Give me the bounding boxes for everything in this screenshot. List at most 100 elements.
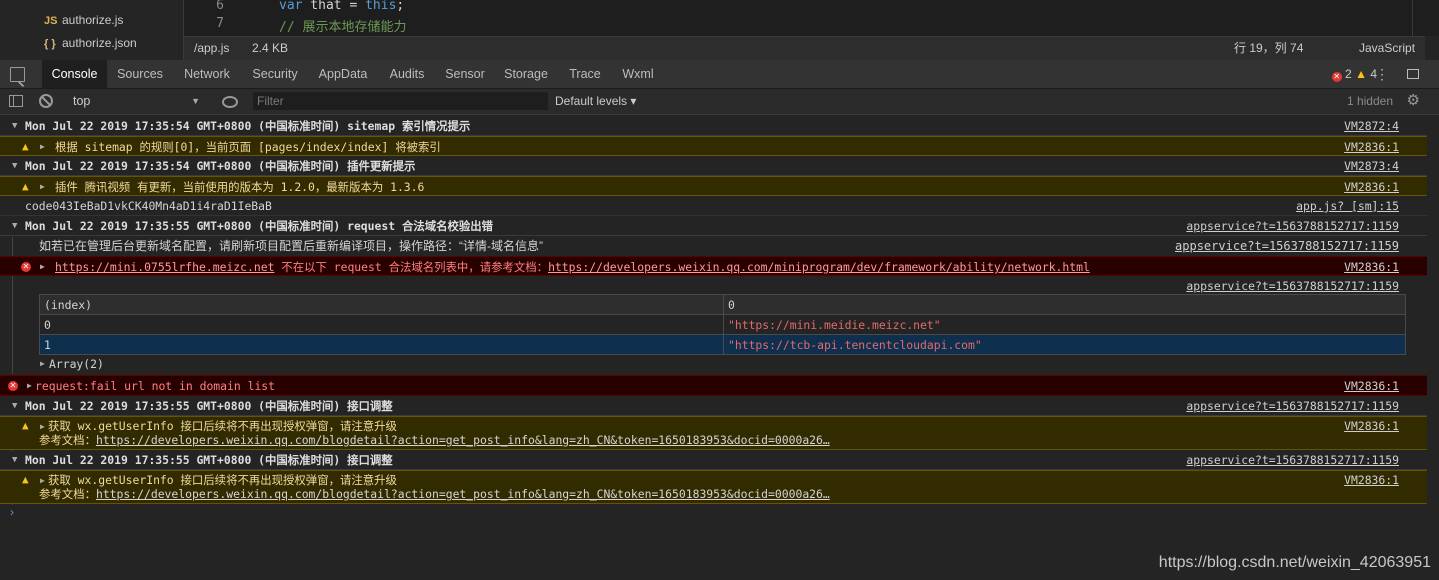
docs-link[interactable]: https://developers.weixin.qq.com/minipro…: [548, 260, 1090, 274]
expand-triangle-icon[interactable]: ▶: [40, 354, 45, 374]
console-output[interactable]: ▼ Mon Jul 22 2019 17:35:54 GMT+0800 (中国标…: [0, 115, 1439, 580]
status-file: /app.js: [194, 41, 230, 55]
log-group-header[interactable]: ▼ Mon Jul 22 2019 17:35:55 GMT+0800 (中国标…: [0, 216, 1427, 236]
expand-triangle-icon[interactable]: ▼: [12, 116, 17, 136]
code-line[interactable]: // 展示本地存储能力: [279, 16, 406, 35]
ref-label: 参考文档：: [39, 433, 96, 447]
tab-storage[interactable]: Storage: [495, 60, 557, 88]
tab-security[interactable]: Security: [245, 60, 305, 88]
log-source-link[interactable]: VM2836:1: [1344, 137, 1399, 157]
log-text: request:fail url not in domain list: [35, 379, 276, 393]
log-warning[interactable]: ▲ ▶ 插件 腾讯视频 有更新，当前使用的版本为 1.2.0，最新版本为 1.3…: [0, 176, 1427, 196]
expand-triangle-icon[interactable]: ▼: [12, 156, 17, 176]
log-message[interactable]: code043IeBaD1vkCK40Mn4aD1i4raD1IeBaB app…: [0, 196, 1427, 216]
log-levels-dropdown[interactable]: Default levels ▾: [555, 89, 636, 114]
filter-input[interactable]: [253, 92, 548, 110]
log-source-link[interactable]: appservice?t=1563788152717:1159: [1175, 236, 1399, 256]
console-prompt-icon[interactable]: ›: [10, 505, 14, 519]
log-text: code043IeBaD1vkCK40Mn4aD1i4raD1IeBaB: [25, 199, 272, 213]
expand-triangle-icon[interactable]: ▼: [12, 216, 17, 236]
log-group-header[interactable]: ▼ Mon Jul 22 2019 17:35:54 GMT+0800 (中国标…: [0, 156, 1427, 176]
log-group-header[interactable]: ▼ Mon Jul 22 2019 17:35:54 GMT+0800 (中国标…: [0, 116, 1427, 136]
log-source-link[interactable]: appservice?t=1563788152717:1159: [1186, 216, 1399, 236]
table-cell-index: 1: [39, 334, 724, 355]
log-text: 插件 腾讯视频 有更新，当前使用的版本为 1.2.0，最新版本为 1.3.6: [55, 180, 425, 194]
expand-triangle-icon[interactable]: ▶: [40, 137, 45, 157]
log-warning[interactable]: ▲ ▶ 获取 wx.getUserInfo 接口后续将不再出现授权弹窗，请注意升…: [0, 416, 1427, 450]
log-text: 获取 wx.getUserInfo 接口后续将不再出现授权弹窗，请注意升级: [48, 419, 397, 433]
chevron-down-icon: ▼: [191, 96, 200, 106]
log-source-link[interactable]: VM2873:4: [1344, 156, 1399, 176]
expand-triangle-icon[interactable]: ▶: [40, 474, 45, 488]
log-source-link[interactable]: VM2872:4: [1344, 116, 1399, 136]
log-source-link[interactable]: VM2836:1: [1344, 257, 1399, 277]
tab-audits[interactable]: Audits: [382, 60, 432, 88]
log-error[interactable]: ✕ ▶ https://mini.0755lrfhe.meizc.net 不在以…: [0, 256, 1427, 276]
tab-console[interactable]: Console: [42, 60, 107, 88]
live-expression-eye-icon[interactable]: [222, 96, 238, 108]
gear-icon[interactable]: ⚙: [1407, 92, 1420, 110]
inspect-element-icon[interactable]: [10, 67, 25, 82]
log-warning[interactable]: ▲ ▶ 根据 sitemap 的规则[0]，当前页面 [pages/index/…: [0, 136, 1427, 156]
table-row[interactable]: 1 "https://tcb-api.tencentcloudapi.com": [39, 334, 1406, 355]
warning-icon: ▲: [22, 180, 29, 193]
status-language[interactable]: JavaScript: [1359, 37, 1415, 60]
context-selector[interactable]: top ▼: [64, 89, 204, 114]
undock-icon[interactable]: [1407, 69, 1419, 79]
log-text: Mon Jul 22 2019 17:35:54 GMT+0800 (中国标准时…: [25, 119, 471, 133]
log-source-link[interactable]: VM2836:1: [1344, 419, 1399, 433]
log-source-link[interactable]: appservice?t=1563788152717:1159: [1186, 276, 1399, 296]
expand-triangle-icon[interactable]: ▶: [27, 376, 32, 396]
expand-triangle-icon[interactable]: ▶: [40, 420, 45, 434]
error-icon: ✕: [1331, 72, 1342, 82]
clear-console-icon[interactable]: [39, 94, 53, 108]
tab-trace[interactable]: Trace: [562, 60, 608, 88]
table-header-row: (index) 0: [39, 294, 1406, 315]
expand-triangle-icon[interactable]: ▶: [40, 177, 45, 197]
tab-wxml[interactable]: Wxml: [614, 60, 662, 88]
sidebar-toggle-icon[interactable]: [9, 95, 23, 107]
expand-triangle-icon[interactable]: ▼: [12, 396, 17, 416]
file-item-authorize-json[interactable]: { } authorize.json: [44, 34, 137, 52]
table-header-value[interactable]: 0: [723, 294, 1406, 315]
table-row[interactable]: 0 "https://mini.meidie.meizc.net": [39, 314, 1406, 335]
file-item-authorize-js[interactable]: JS authorize.js: [44, 11, 123, 29]
line-number: 6: [216, 0, 224, 13]
log-source-link[interactable]: app.js? [sm]:15: [1296, 196, 1399, 216]
tab-appdata[interactable]: AppData: [312, 60, 374, 88]
error-url-link[interactable]: https://mini.0755lrfhe.meizc.net: [55, 260, 274, 274]
file-tree: JS authorize.js { } authorize.json: [0, 0, 184, 60]
code-line[interactable]: var that = this;: [279, 0, 404, 13]
warning-icon: ▲: [22, 140, 29, 153]
more-menu-icon[interactable]: ⋮: [1375, 60, 1389, 88]
tab-sources[interactable]: Sources: [110, 60, 170, 88]
console-input[interactable]: [24, 507, 1404, 523]
expand-triangle-icon[interactable]: ▶: [40, 257, 45, 277]
editor-scrollbar[interactable]: [1412, 0, 1413, 36]
status-position[interactable]: 行 19，列 74: [1234, 37, 1303, 60]
docs-link[interactable]: https://developers.weixin.qq.com/blogdet…: [96, 433, 830, 447]
log-text: Mon Jul 22 2019 17:35:54 GMT+0800 (中国标准时…: [25, 159, 416, 173]
log-error[interactable]: ✕ ▶ request:fail url not in domain list …: [0, 375, 1427, 396]
log-source-row: appservice?t=1563788152717:1159: [0, 276, 1427, 296]
tab-sensor[interactable]: Sensor: [440, 60, 490, 88]
log-source-link[interactable]: appservice?t=1563788152717:1159: [1186, 450, 1399, 470]
table-header-index[interactable]: (index): [39, 294, 724, 315]
log-source-link[interactable]: VM2836:1: [1344, 376, 1399, 396]
issue-counts[interactable]: ✕ 2 ▲ 4: [1331, 60, 1377, 88]
code-editor[interactable]: 6 7 var that = this; // 展示本地存储能力: [0, 0, 1439, 36]
console-table: (index) 0 0 "https://mini.meidie.meizc.n…: [39, 294, 1406, 355]
log-warning[interactable]: ▲ ▶ 获取 wx.getUserInfo 接口后续将不再出现授权弹窗，请注意升…: [0, 470, 1427, 504]
ref-label: 参考文档：: [39, 487, 96, 501]
tab-network[interactable]: Network: [176, 60, 238, 88]
code-keyword: this: [365, 0, 397, 13]
docs-link[interactable]: https://developers.weixin.qq.com/blogdet…: [96, 487, 830, 501]
log-group-header[interactable]: ▼ Mon Jul 22 2019 17:35:55 GMT+0800 (中国标…: [0, 396, 1427, 416]
expand-triangle-icon[interactable]: ▼: [12, 450, 17, 470]
log-source-link[interactable]: appservice?t=1563788152717:1159: [1186, 396, 1399, 416]
log-group-header[interactable]: ▼ Mon Jul 22 2019 17:35:55 GMT+0800 (中国标…: [0, 450, 1427, 470]
log-source-link[interactable]: VM2836:1: [1344, 177, 1399, 197]
log-object[interactable]: ▶ Array(2): [0, 354, 1427, 374]
log-message[interactable]: 如若已在管理后台更新域名配置，请刷新项目配置后重新编译项目，操作路径：“详情-域…: [0, 236, 1427, 256]
log-source-link[interactable]: VM2836:1: [1344, 473, 1399, 487]
